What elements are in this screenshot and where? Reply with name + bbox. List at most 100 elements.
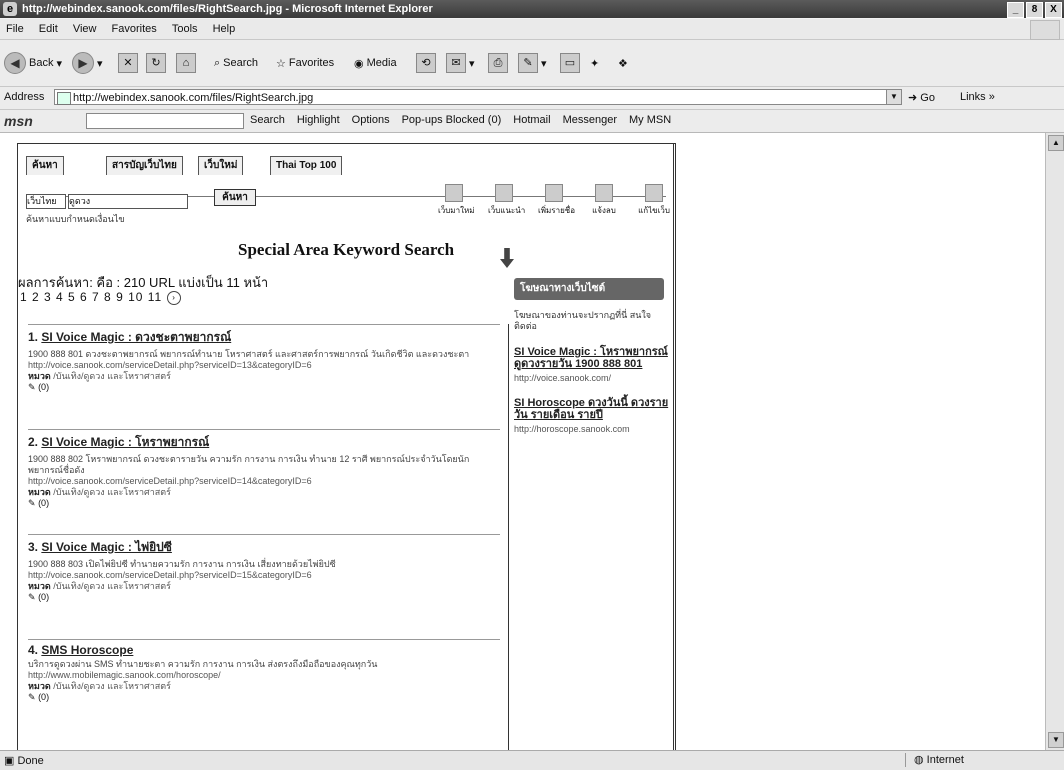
edit-dropdown-icon[interactable]: ▾ bbox=[541, 57, 547, 70]
comment-icon: ✎ bbox=[28, 382, 36, 392]
sponsored-ad-title[interactable]: SI Voice Magic : โหราพยากรณ์ ดูดวงรายวัน… bbox=[514, 346, 672, 370]
address-dropdown-icon[interactable]: ▼ bbox=[886, 90, 901, 104]
scroll-up-icon[interactable]: ▲ bbox=[1048, 135, 1064, 151]
window-title-bar[interactable]: e http://webindex.sanook.com/files/Right… bbox=[0, 0, 1064, 18]
forward-arrow-icon[interactable]: ▶ bbox=[72, 52, 94, 74]
tab-new-sites[interactable]: เว็บใหม่ bbox=[198, 156, 244, 175]
result-category[interactable]: หมวด /บันเทิง/ดูดวง และโหราศาสตร์ bbox=[28, 487, 500, 498]
back-arrow-icon[interactable]: ◀ bbox=[4, 52, 26, 74]
address-bar: Address http://webindex.sanook.com/files… bbox=[0, 87, 1064, 110]
address-input[interactable]: http://webindex.sanook.com/files/RightSe… bbox=[54, 89, 902, 105]
recommended-label: เว็บแนะนำ bbox=[488, 206, 526, 215]
discuss-icon[interactable]: ▭ bbox=[560, 53, 580, 73]
sponsored-ad-url: http://horoscope.sanook.com bbox=[514, 424, 630, 434]
go-arrow-icon: ➜ bbox=[908, 92, 918, 104]
mail-dropdown-icon[interactable]: ▾ bbox=[469, 57, 475, 70]
media-icon[interactable]: ◉ bbox=[354, 57, 364, 70]
back-button[interactable]: Back bbox=[29, 57, 53, 69]
history-icon[interactable]: ⟲ bbox=[416, 53, 436, 73]
msn-search-input[interactable] bbox=[86, 113, 244, 129]
report-delete-button[interactable]: แจ้งลบ bbox=[588, 184, 620, 217]
address-label: Address bbox=[4, 91, 45, 103]
msn-options-button[interactable]: Options bbox=[352, 114, 390, 126]
page-links[interactable]: 1 2 3 4 5 6 7 8 9 10 11 bbox=[20, 290, 162, 304]
scroll-down-icon[interactable]: ▼ bbox=[1048, 732, 1064, 748]
edit-site-label: แก้ไขเว็บ bbox=[638, 206, 670, 215]
sponsored-badge[interactable]: โฆษณาทางเว็บไซต์ bbox=[514, 278, 664, 300]
comment-icon: ✎ bbox=[28, 692, 36, 702]
page-icon bbox=[57, 92, 71, 105]
forward-dropdown-icon[interactable]: ▾ bbox=[97, 57, 103, 70]
menu-favorites[interactable]: Favorites bbox=[106, 19, 163, 39]
research-icon[interactable]: ❖ bbox=[618, 57, 628, 70]
links-button[interactable]: Links » bbox=[960, 91, 995, 103]
minimize-button[interactable]: _ bbox=[1007, 2, 1024, 18]
tab-thai-top-100[interactable]: Thai Top 100 bbox=[270, 156, 343, 175]
menu-file[interactable]: File bbox=[0, 19, 30, 39]
advanced-search-link[interactable]: ค้นหาแบบกำหนดเงื่อนไข bbox=[26, 212, 125, 226]
favorites-star-icon[interactable]: ☆ bbox=[276, 57, 286, 70]
maximize-button[interactable]: 8 bbox=[1026, 2, 1043, 18]
messenger-icon[interactable]: ✦ bbox=[590, 57, 599, 70]
media-button[interactable]: Media bbox=[367, 57, 397, 69]
recommended-button[interactable]: เว็บแนะนำ bbox=[488, 184, 525, 217]
sponsored-ad-title[interactable]: SI Horoscope ดวงวันนี้ ดวงรายวัน รายเดือ… bbox=[514, 397, 672, 421]
result-url[interactable]: http://www.mobilemagic.sanook.com/horosc… bbox=[28, 670, 500, 681]
result-url[interactable]: http://voice.sanook.com/serviceDetail.ph… bbox=[28, 360, 500, 371]
favorites-button[interactable]: Favorites bbox=[289, 57, 334, 69]
search-toolbar-button[interactable]: Search bbox=[223, 57, 258, 69]
new-sites-label: เว็บมาใหม่ bbox=[438, 206, 475, 215]
query-input[interactable]: ดูดวง bbox=[68, 194, 188, 209]
tab-search[interactable]: ค้นหา bbox=[26, 156, 64, 175]
go-button[interactable]: ➜ Go bbox=[908, 90, 935, 106]
vertical-scrollbar[interactable]: ▲ ▼ bbox=[1045, 133, 1064, 750]
menu-view[interactable]: View bbox=[67, 19, 103, 39]
stop-icon[interactable]: ✕ bbox=[118, 53, 138, 73]
result-category[interactable]: หมวด /บันเทิง/ดูดวง และโหราศาสตร์ bbox=[28, 681, 500, 692]
pagination[interactable]: 1 2 3 4 5 6 7 8 9 10 11 › bbox=[20, 290, 181, 305]
result-category[interactable]: หมวด /บันเทิง/ดูดวง และโหราศาสตร์ bbox=[28, 581, 500, 592]
search-submit-button[interactable]: ค้นหา bbox=[214, 189, 256, 206]
result-category[interactable]: หมวด /บันเทิง/ดูดวง และโหราศาสตร์ bbox=[28, 371, 500, 382]
result-title[interactable]: 3. SI Voice Magic : ไพ่ยิปซี bbox=[28, 538, 500, 557]
result-url[interactable]: http://voice.sanook.com/serviceDetail.ph… bbox=[28, 476, 500, 487]
scope-select[interactable]: เว็บไทย bbox=[26, 194, 66, 209]
result-description: 1900 888 801 ดวงชะตาพยากรณ์ พยากรณ์ทำนาย… bbox=[28, 349, 470, 359]
sponsored-ad[interactable]: SI Horoscope ดวงวันนี้ ดวงรายวัน รายเดือ… bbox=[514, 397, 672, 434]
home-icon[interactable]: ⌂ bbox=[176, 53, 196, 73]
msn-highlight-button[interactable]: Highlight bbox=[297, 114, 340, 126]
recommended-icon bbox=[495, 184, 513, 202]
result-rating: ✎ (0) bbox=[28, 692, 50, 702]
search-icon[interactable]: ⌕ bbox=[214, 57, 220, 70]
sponsored-sidebar: โฆษณาทางเว็บไซต์ โฆษณาของท่านจะปรากฏที่น… bbox=[514, 278, 672, 434]
msn-search-button[interactable]: Search bbox=[250, 114, 285, 126]
next-page-icon[interactable]: › bbox=[166, 290, 181, 305]
menu-edit[interactable]: Edit bbox=[33, 19, 64, 39]
result-title[interactable]: 2. SI Voice Magic : โหราพยากรณ์ bbox=[28, 433, 500, 452]
hotmail-button[interactable]: Hotmail bbox=[513, 114, 550, 126]
mail-icon[interactable]: ✉ bbox=[446, 53, 466, 73]
result-url[interactable]: http://voice.sanook.com/serviceDetail.ph… bbox=[28, 570, 500, 581]
result-description: บริการดูดวงผ่าน SMS ทำนายชะตา ความรัก กา… bbox=[28, 659, 378, 669]
close-button[interactable]: X bbox=[1045, 2, 1062, 18]
new-sites-button[interactable]: เว็บมาใหม่ bbox=[438, 184, 475, 217]
popups-blocked-button[interactable]: Pop-ups Blocked (0) bbox=[402, 114, 502, 126]
print-icon[interactable]: ⎙ bbox=[488, 53, 508, 73]
result-title[interactable]: 4. SMS Horoscope bbox=[28, 643, 500, 657]
add-site-button[interactable]: เพิ่มรายชื่อ bbox=[538, 184, 575, 217]
tab-thai-directory[interactable]: สารบัญเว็บไทย bbox=[106, 156, 183, 175]
menu-tools[interactable]: Tools bbox=[166, 19, 204, 39]
my-msn-button[interactable]: My MSN bbox=[629, 114, 671, 126]
messenger-button[interactable]: Messenger bbox=[563, 114, 617, 126]
back-dropdown-icon[interactable]: ▾ bbox=[56, 57, 62, 70]
list-item: 2. SI Voice Magic : โหราพยากรณ์ 1900 888… bbox=[28, 429, 500, 534]
down-arrow-icon bbox=[500, 248, 514, 268]
msn-logo[interactable]: msn bbox=[4, 113, 33, 129]
refresh-icon[interactable]: ↻ bbox=[146, 53, 166, 73]
edit-icon[interactable]: ✎ bbox=[518, 53, 538, 73]
menu-help[interactable]: Help bbox=[207, 19, 242, 39]
sponsored-ad[interactable]: SI Voice Magic : โหราพยากรณ์ ดูดวงรายวัน… bbox=[514, 346, 672, 383]
edit-site-button[interactable]: แก้ไขเว็บ bbox=[638, 184, 670, 217]
add-site-label: เพิ่มรายชื่อ bbox=[538, 206, 575, 215]
result-title[interactable]: 1. SI Voice Magic : ดวงชะตาพยากรณ์ bbox=[28, 328, 500, 347]
